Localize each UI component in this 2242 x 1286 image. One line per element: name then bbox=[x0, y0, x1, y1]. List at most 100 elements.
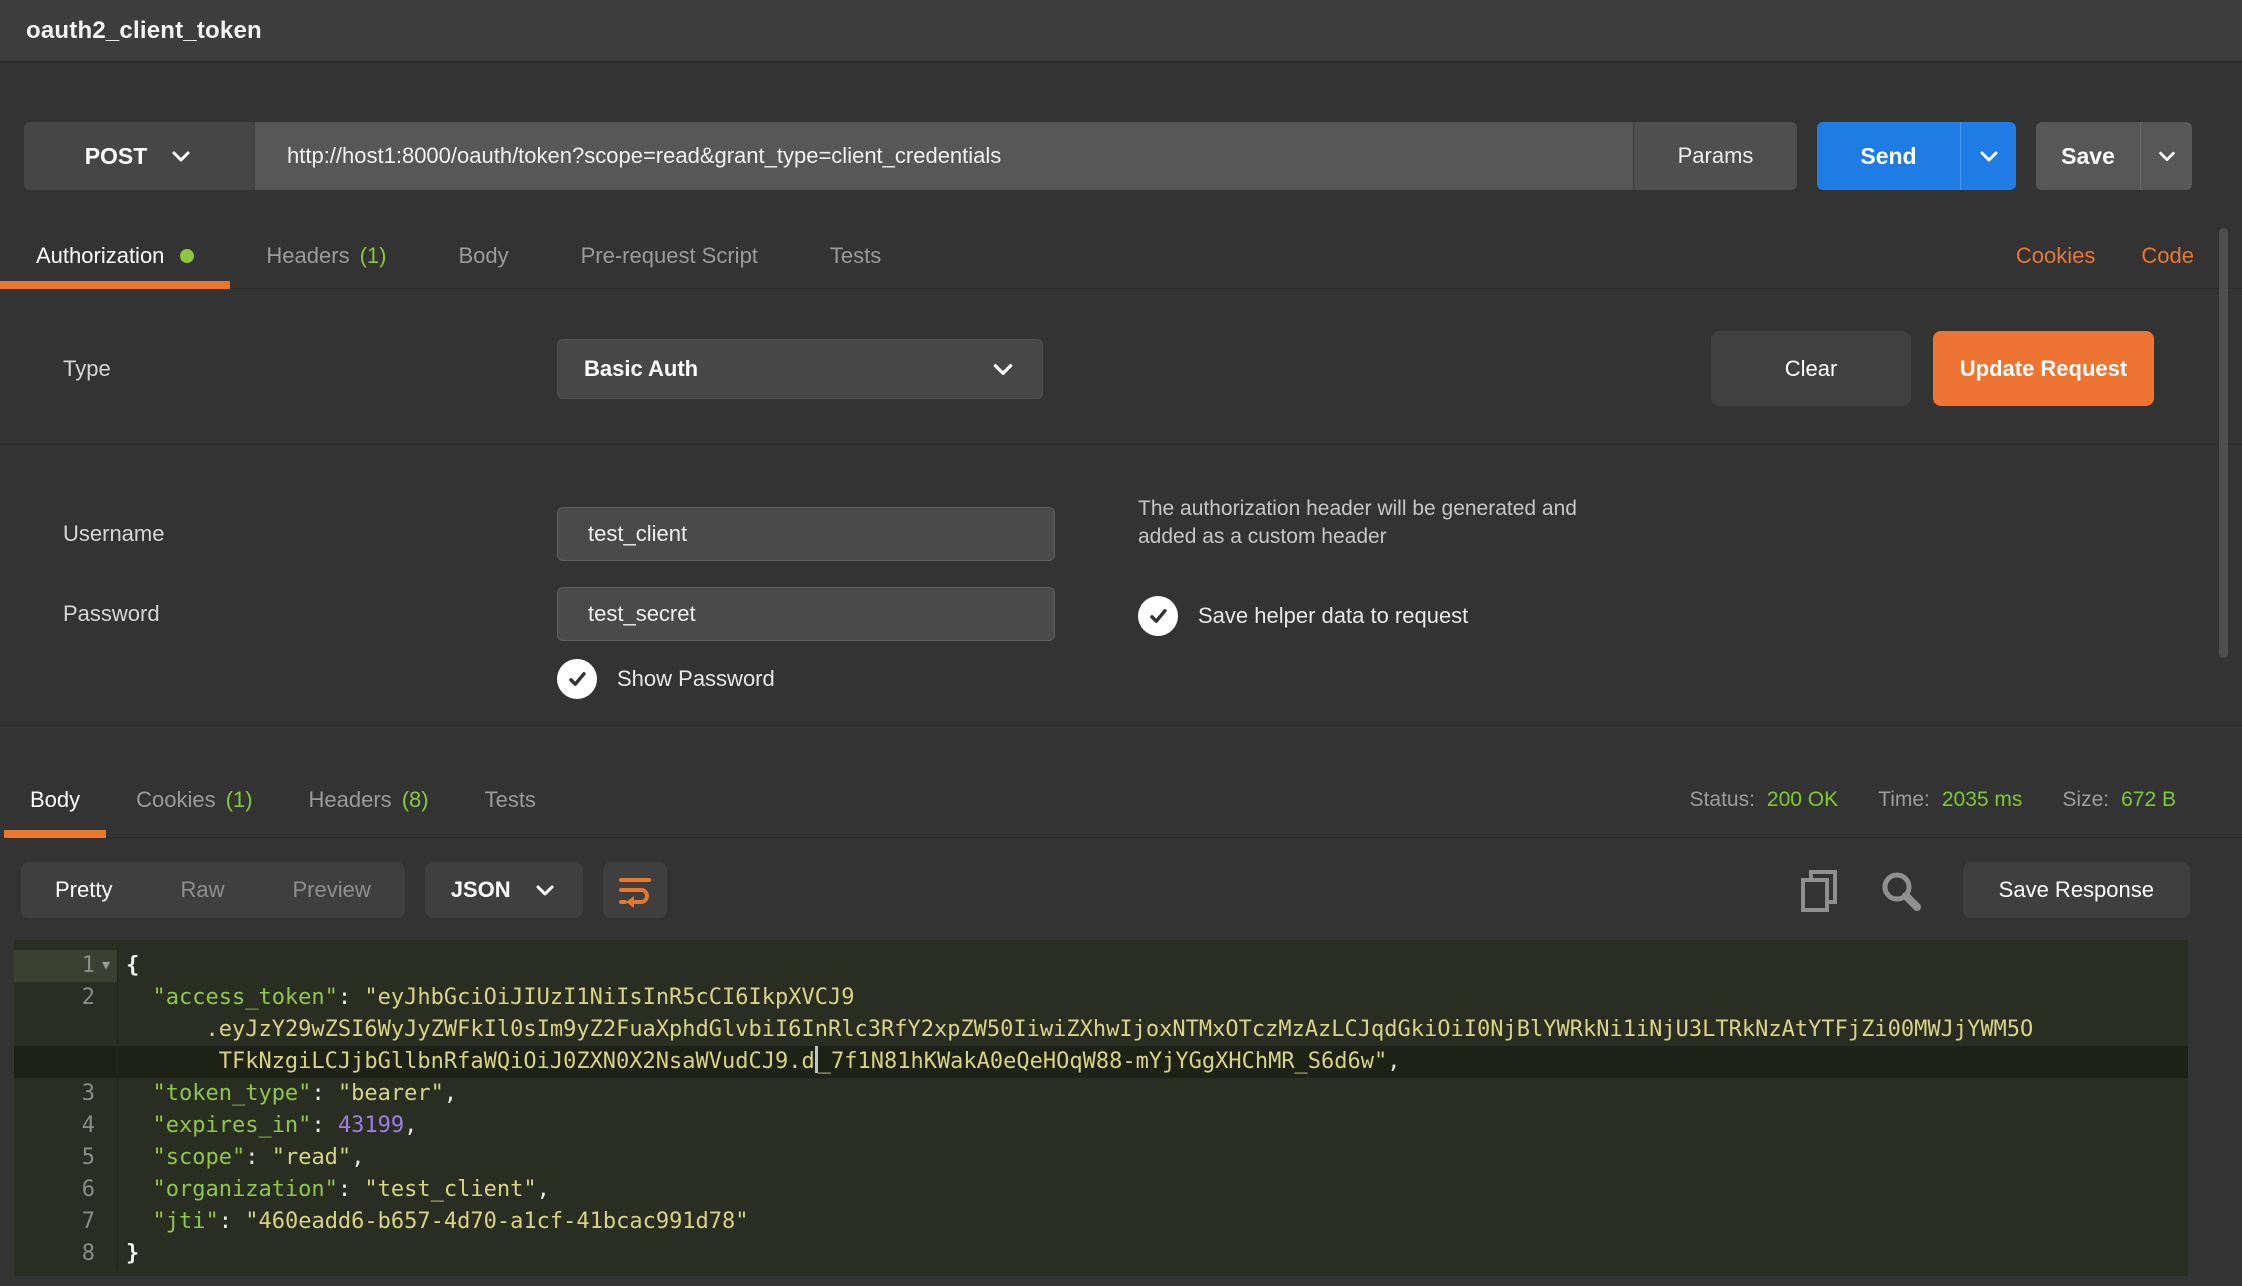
chevron-down-icon bbox=[2156, 145, 2178, 167]
save-response-button[interactable]: Save Response bbox=[1963, 862, 2190, 918]
scrollbar-thumb[interactable] bbox=[2219, 228, 2228, 658]
cookies-link[interactable]: Cookies bbox=[2016, 243, 2095, 269]
chevron-down-icon bbox=[169, 144, 193, 168]
cookies-count-badge: (1) bbox=[226, 787, 253, 813]
headers-count-badge: (1) bbox=[360, 243, 387, 269]
code-link[interactable]: Code bbox=[2141, 243, 2194, 269]
password-label: Password bbox=[63, 601, 557, 627]
request-url-row: POST Params Send Save bbox=[24, 122, 2192, 190]
code-line[interactable]: 8} bbox=[14, 1238, 2188, 1270]
response-body-editor[interactable]: 1▾{2"access_token": "eyJhbGciOiJIUzI1NiI… bbox=[14, 940, 2188, 1276]
chevron-down-icon bbox=[990, 356, 1016, 382]
active-indicator-dot bbox=[180, 249, 194, 263]
response-tab-body[interactable]: Body bbox=[4, 762, 106, 837]
auth-type-value: Basic Auth bbox=[584, 356, 698, 382]
send-button[interactable]: Send bbox=[1817, 122, 1960, 190]
code-line[interactable]: 1▾{ bbox=[14, 950, 2188, 982]
auth-helper-column: The authorization header will be generat… bbox=[1138, 495, 1778, 636]
auth-type-label: Type bbox=[0, 356, 557, 382]
response-tabs: Body Cookies (1) Headers (8) Tests Statu… bbox=[0, 762, 2242, 838]
size-value: 672 B bbox=[2121, 788, 2176, 812]
view-pretty[interactable]: Pretty bbox=[21, 862, 146, 918]
send-button-group: Send bbox=[1817, 122, 2016, 190]
line-number-gutter: 5 bbox=[14, 1142, 118, 1174]
response-toolbar: Pretty Raw Preview JSON bbox=[0, 862, 2242, 918]
method-select[interactable]: POST bbox=[24, 122, 254, 190]
tab-authorization[interactable]: Authorization bbox=[0, 223, 230, 288]
line-number-gutter: 1▾ bbox=[14, 950, 118, 982]
code-line[interactable]: 6"organization": "test_client", bbox=[14, 1174, 2188, 1206]
url-input[interactable] bbox=[254, 122, 1633, 190]
chevron-down-icon bbox=[533, 878, 557, 902]
update-request-button[interactable]: Update Request bbox=[1933, 331, 2154, 406]
line-number-gutter: 2 bbox=[14, 982, 118, 1014]
line-number-gutter: 4 bbox=[14, 1110, 118, 1142]
show-password-row: Show Password bbox=[0, 659, 2242, 699]
checkmark-icon bbox=[1145, 603, 1171, 629]
postman-window: oauth2_client_token POST Params Send Sav… bbox=[0, 0, 2242, 1286]
auth-type-section: Type Basic Auth Clear Update Request bbox=[0, 289, 2242, 445]
fold-caret-icon: ▾ bbox=[95, 950, 117, 982]
save-helper-row: Save helper data to request bbox=[1138, 596, 1778, 636]
response-tool-icons: Save Response bbox=[1799, 862, 2190, 918]
send-options-button[interactable] bbox=[1960, 122, 2016, 190]
password-field[interactable] bbox=[557, 587, 1055, 641]
auth-credentials-section: Username Password Show Password The auth… bbox=[0, 445, 2242, 726]
url-bar-group: POST Params bbox=[24, 122, 1797, 190]
search-icon bbox=[1879, 869, 1921, 911]
show-password-label: Show Password bbox=[617, 666, 775, 692]
auth-helper-note: The authorization header will be generat… bbox=[1138, 495, 1618, 552]
username-row: Username bbox=[0, 507, 2242, 561]
chevron-down-icon bbox=[1977, 144, 2001, 168]
username-label: Username bbox=[63, 521, 557, 547]
save-button-group: Save bbox=[2036, 122, 2192, 190]
response-tab-cookies[interactable]: Cookies (1) bbox=[110, 762, 278, 837]
line-number-gutter bbox=[14, 1046, 118, 1078]
time-indicator: Time: 2035 ms bbox=[1878, 788, 2022, 812]
auth-type-select[interactable]: Basic Auth bbox=[557, 339, 1043, 399]
username-field[interactable] bbox=[557, 507, 1055, 561]
response-tab-tests[interactable]: Tests bbox=[459, 762, 562, 837]
tab-tests[interactable]: Tests bbox=[794, 223, 917, 288]
code-line[interactable]: 4"expires_in": 43199, bbox=[14, 1110, 2188, 1142]
line-number-gutter: 3 bbox=[14, 1078, 118, 1110]
code-line[interactable]: 7"jti": "460eadd6-b657-4d70-a1cf-41bcac9… bbox=[14, 1206, 2188, 1238]
code-lines: 1▾{2"access_token": "eyJhbGciOiJIUzI1NiI… bbox=[14, 950, 2188, 1270]
save-button[interactable]: Save bbox=[2036, 122, 2140, 190]
clear-button[interactable]: Clear bbox=[1711, 331, 1911, 406]
save-helper-label: Save helper data to request bbox=[1198, 603, 1468, 629]
tab-headers[interactable]: Headers (1) bbox=[230, 223, 422, 288]
save-options-button[interactable] bbox=[2140, 122, 2192, 190]
code-line[interactable]: TFkNzgiLCJjbGllbnRfaWQiOiJ0ZXN0X2NsaWVud… bbox=[14, 1046, 2188, 1078]
tab-body[interactable]: Body bbox=[422, 223, 544, 288]
status-value: 200 OK bbox=[1767, 788, 1838, 812]
response-view-switcher: Pretty Raw Preview bbox=[21, 862, 405, 918]
size-indicator: Size: 672 B bbox=[2062, 788, 2176, 812]
view-preview[interactable]: Preview bbox=[258, 862, 404, 918]
checkmark-icon bbox=[564, 666, 590, 692]
response-format-select[interactable]: JSON bbox=[425, 862, 583, 918]
request-title-bar: oauth2_client_token bbox=[0, 0, 2242, 63]
code-line[interactable]: .eyJzY29wZSI6WyJyZWFkIl0sIm9yZ2FuaXphdGl… bbox=[14, 1014, 2188, 1046]
line-number-gutter: 7 bbox=[14, 1206, 118, 1238]
code-line[interactable]: 2"access_token": "eyJhbGciOiJIUzI1NiIsIn… bbox=[14, 982, 2188, 1014]
tab-pre-request-script[interactable]: Pre-request Script bbox=[545, 223, 794, 288]
save-helper-checkbox[interactable] bbox=[1138, 596, 1178, 636]
params-button[interactable]: Params bbox=[1633, 122, 1797, 190]
code-line[interactable]: 3"token_type": "bearer", bbox=[14, 1078, 2188, 1110]
response-tab-headers[interactable]: Headers (8) bbox=[283, 762, 455, 837]
copy-button[interactable] bbox=[1799, 868, 1839, 912]
line-number-gutter: 6 bbox=[14, 1174, 118, 1206]
status-indicator: Status: 200 OK bbox=[1690, 788, 1839, 812]
view-raw[interactable]: Raw bbox=[146, 862, 258, 918]
response-headers-count-badge: (8) bbox=[402, 787, 429, 813]
line-number-gutter: 8 bbox=[14, 1238, 118, 1270]
wrap-text-icon bbox=[617, 872, 653, 908]
request-links: Cookies Code bbox=[2016, 223, 2242, 288]
search-button[interactable] bbox=[1879, 869, 1921, 911]
wrap-text-button[interactable] bbox=[603, 862, 667, 918]
request-tabs: Authorization Headers (1) Body Pre-reque… bbox=[0, 223, 2242, 289]
code-line[interactable]: 5"scope": "read", bbox=[14, 1142, 2188, 1174]
show-password-checkbox[interactable] bbox=[557, 659, 597, 699]
password-row: Password bbox=[0, 587, 2242, 641]
